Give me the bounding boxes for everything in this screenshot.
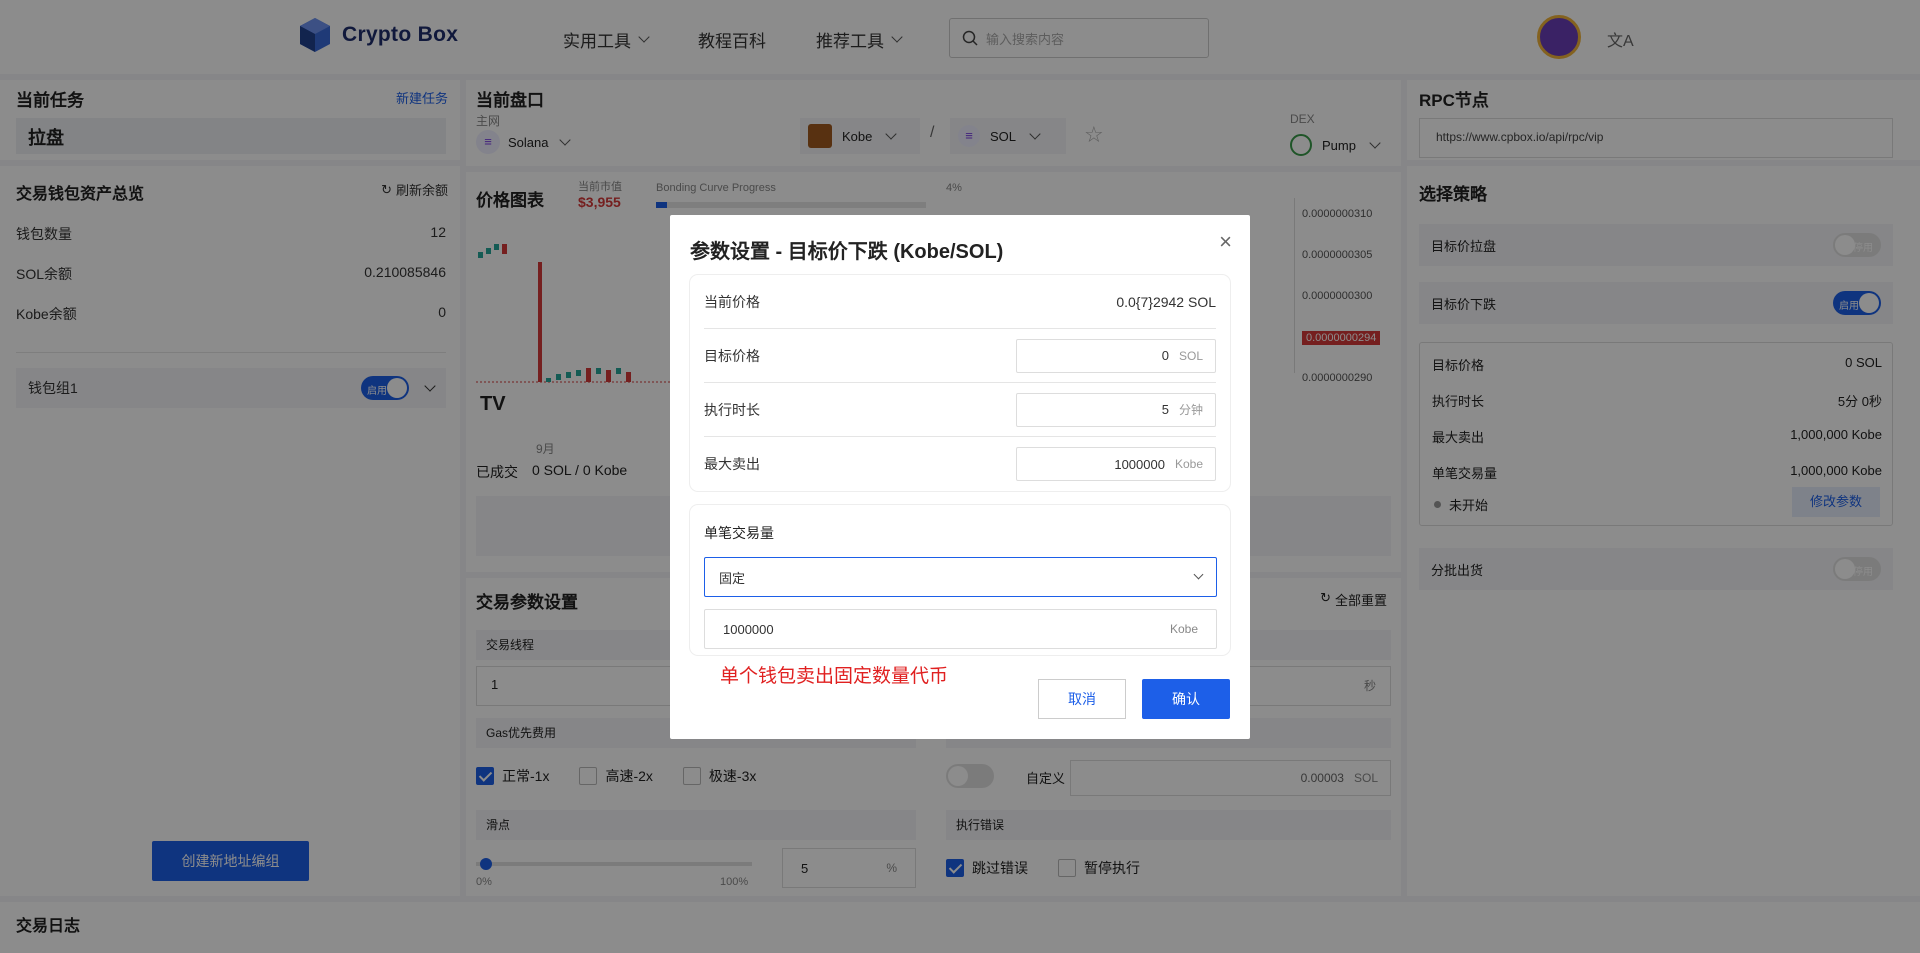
per-trade-card: 单笔交易量 固定 1000000 Kobe: [690, 505, 1230, 655]
per-trade-label: 单笔交易量: [704, 525, 774, 541]
duration-input[interactable]: 5 分钟: [1016, 392, 1216, 427]
params-card: 当前价格 0.0{7}2942 SOL 目标价格 0 SOL 执行时长 5 分钟 最大卖出…: [690, 275, 1230, 491]
duration-label: 执行时长: [704, 401, 760, 418]
max-sell-row: 最大卖出 1000000 Kobe: [704, 437, 1216, 491]
params-modal: 参数设置 - 目标价下跌 (Kobe/SOL) × 当前价格 0.0{7}2942…: [670, 215, 1250, 739]
duration-row: 执行时长 5 分钟: [704, 383, 1216, 437]
amount-unit: Kobe: [1169, 622, 1198, 636]
target-price-row: 目标价格 0 SOL: [704, 329, 1216, 383]
chevron-down-icon: [1193, 569, 1204, 580]
hint-text: 单个钱包卖出固定数量代币: [720, 666, 949, 687]
current-price-row: 当前价格 0.0{7}2942 SOL: [704, 275, 1216, 329]
max-sell-input[interactable]: 1000000 Kobe: [1016, 447, 1216, 481]
amount-value: 1000000: [723, 621, 774, 637]
modal-title: 参数设置 - 目标价下跌 (Kobe/SOL): [690, 241, 1004, 263]
cancel-button[interactable]: 取消: [1038, 679, 1126, 719]
max-sell-label: 最大卖出: [704, 456, 760, 472]
target-label: 目标价格: [704, 347, 760, 364]
close-icon[interactable]: ×: [1219, 229, 1232, 255]
current-price-label: 当前价格: [704, 293, 760, 310]
mode-value: 固定: [719, 570, 746, 586]
amount-input[interactable]: 1000000 Kobe: [704, 609, 1217, 649]
current-price-value: 0.0{7}2942 SOL: [1116, 293, 1216, 310]
mode-select[interactable]: 固定: [704, 557, 1217, 597]
confirm-button[interactable]: 确认: [1142, 679, 1230, 719]
target-price-input[interactable]: 0 SOL: [1016, 338, 1216, 373]
